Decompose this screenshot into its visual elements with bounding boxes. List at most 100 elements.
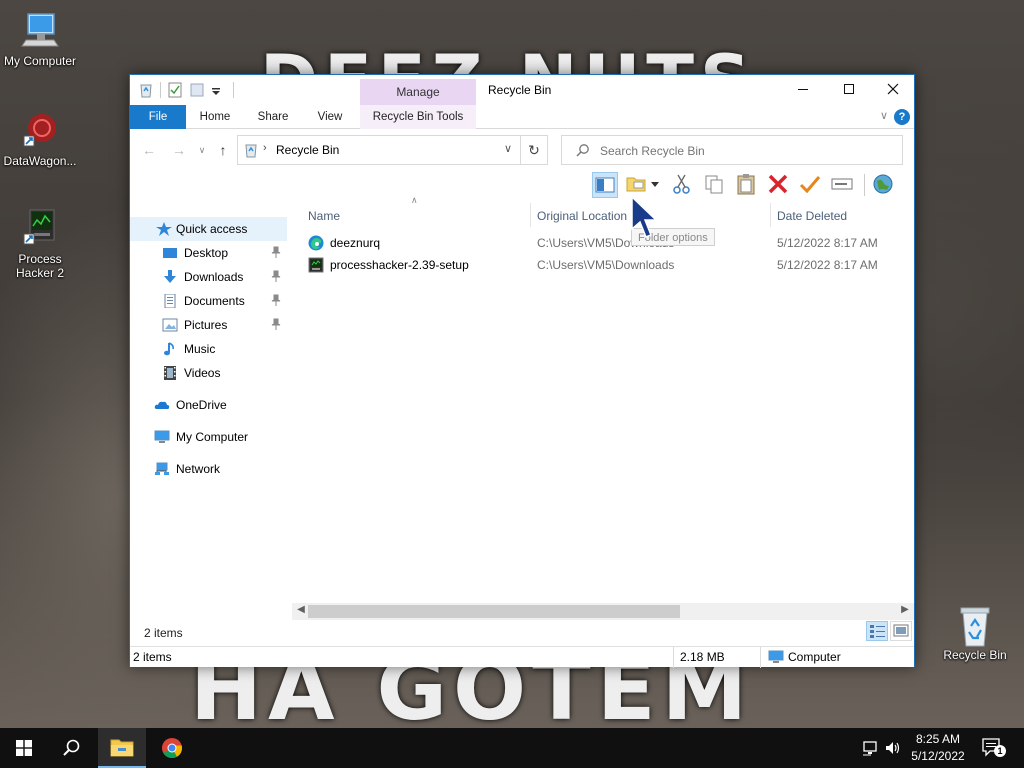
nav-item-onedrive[interactable]: OneDrive bbox=[130, 393, 287, 417]
new-folder-icon[interactable] bbox=[189, 82, 205, 98]
taskbar: 8:25 AM 5/12/2022 1 bbox=[0, 728, 1024, 768]
paste-button[interactable] bbox=[734, 172, 760, 198]
back-button[interactable]: ← bbox=[140, 141, 158, 159]
up-button[interactable]: ↑ bbox=[214, 141, 232, 159]
system-clock[interactable]: 8:25 AM 5/12/2022 bbox=[902, 731, 974, 765]
minimize-button[interactable] bbox=[780, 75, 826, 105]
column-header-original-location[interactable]: Original Location bbox=[537, 205, 627, 227]
cut-icon bbox=[673, 174, 690, 194]
start-button[interactable] bbox=[0, 728, 48, 768]
forward-button[interactable]: → bbox=[170, 141, 188, 159]
pin-icon[interactable] bbox=[271, 294, 281, 306]
maximize-button[interactable] bbox=[826, 75, 872, 105]
refresh-button[interactable]: ↻ bbox=[520, 135, 548, 165]
preview-pane-button[interactable] bbox=[592, 172, 618, 198]
status-bar: 2 items 2.18 MB Computer bbox=[130, 646, 914, 668]
search-input[interactable] bbox=[600, 142, 890, 160]
address-dropdown-icon[interactable]: ∨ bbox=[504, 142, 512, 155]
status-item-count: 2 items bbox=[133, 650, 172, 664]
desktop-icon-datawagon[interactable]: DataWagon... bbox=[0, 110, 80, 168]
cut-button[interactable] bbox=[670, 172, 696, 198]
checkmark-icon bbox=[799, 176, 821, 194]
horizontal-scrollbar[interactable]: ◀ ▶ bbox=[292, 603, 914, 620]
recent-locations-chevron-icon[interactable]: ∨ bbox=[196, 141, 208, 159]
desktop-icon-recycle-bin[interactable]: Recycle Bin bbox=[935, 604, 1015, 662]
preview-pane-icon bbox=[595, 177, 615, 193]
title-bar[interactable]: Manage Recycle Bin bbox=[130, 75, 914, 105]
restore-button[interactable] bbox=[798, 172, 824, 198]
address-row: ← → ∨ ↑ › Recycle Bin ∨ ↻ bbox=[130, 133, 914, 167]
network-tray-icon[interactable] bbox=[862, 739, 880, 757]
minimize-icon bbox=[798, 89, 808, 90]
installer-icon bbox=[308, 257, 324, 273]
delete-button[interactable] bbox=[766, 172, 792, 198]
pictures-icon bbox=[162, 318, 178, 332]
nav-item-quick-access[interactable]: Quick access bbox=[130, 217, 287, 241]
copy-button[interactable] bbox=[702, 172, 728, 198]
chrome-icon bbox=[162, 738, 183, 759]
action-center-button[interactable]: 1 bbox=[982, 738, 1006, 758]
maximize-icon bbox=[844, 84, 854, 94]
table-row[interactable]: deeznurq C:\Users\VM5\Downloads 5/12/202… bbox=[298, 232, 914, 254]
customize-qat-icon[interactable] bbox=[211, 82, 221, 98]
process-hacker-icon bbox=[20, 208, 60, 248]
chrome-taskbar-button[interactable] bbox=[148, 728, 196, 768]
nav-item-documents[interactable]: Documents bbox=[130, 289, 287, 313]
globe-button[interactable] bbox=[871, 172, 897, 198]
nav-item-pictures[interactable]: Pictures bbox=[130, 313, 287, 337]
tab-share[interactable]: Share bbox=[250, 105, 296, 129]
column-header-date-deleted[interactable]: Date Deleted bbox=[777, 205, 847, 227]
ribbon-expand-chevron-icon[interactable]: ∨ bbox=[880, 109, 888, 122]
table-row[interactable]: processhacker-2.39-setup C:\Users\VM5\Do… bbox=[298, 254, 914, 276]
column-header-name[interactable]: Name bbox=[308, 205, 340, 227]
search-taskbar-button[interactable] bbox=[48, 728, 96, 768]
scroll-left-arrow-icon[interactable]: ◀ bbox=[294, 604, 308, 615]
tab-file[interactable]: File bbox=[130, 105, 186, 129]
notification-count-badge: 1 bbox=[994, 745, 1006, 757]
details-view-button[interactable] bbox=[866, 621, 888, 641]
nav-item-desktop[interactable]: Desktop bbox=[130, 241, 287, 265]
close-button[interactable] bbox=[870, 75, 916, 105]
address-bar[interactable]: › Recycle Bin ∨ bbox=[237, 135, 521, 165]
pin-icon[interactable] bbox=[271, 318, 281, 330]
nav-item-videos[interactable]: Videos bbox=[130, 361, 287, 385]
rename-button[interactable] bbox=[830, 172, 856, 198]
nav-item-music[interactable]: Music bbox=[130, 337, 287, 361]
window-title: Recycle Bin bbox=[488, 83, 552, 97]
breadcrumb-chevron-icon[interactable]: › bbox=[263, 142, 267, 154]
file-date-deleted: 5/12/2022 8:17 AM bbox=[777, 236, 878, 250]
help-button[interactable]: ? bbox=[894, 109, 910, 125]
nav-item-downloads[interactable]: Downloads bbox=[130, 265, 287, 289]
pin-icon[interactable] bbox=[271, 270, 281, 282]
tab-recycle-bin-tools[interactable]: Recycle Bin Tools bbox=[360, 105, 476, 129]
properties-icon[interactable] bbox=[167, 82, 183, 98]
search-box[interactable] bbox=[561, 135, 903, 165]
volume-icon[interactable] bbox=[884, 739, 902, 757]
delete-icon bbox=[768, 174, 788, 194]
column-divider[interactable] bbox=[770, 203, 771, 227]
tab-view[interactable]: View bbox=[306, 105, 354, 129]
windows-logo-icon bbox=[16, 740, 32, 756]
desktop-icon-label: Recycle Bin bbox=[943, 648, 1007, 662]
clock-time: 8:25 AM bbox=[915, 732, 961, 746]
scroll-right-arrow-icon[interactable]: ▶ bbox=[898, 604, 912, 615]
desktop-icon-label: DataWagon... bbox=[3, 154, 77, 168]
desktop-icon-label: Process Hacker 2 bbox=[15, 252, 65, 280]
column-divider[interactable] bbox=[530, 203, 531, 227]
tab-home[interactable]: Home bbox=[192, 105, 238, 129]
status-size: 2.18 MB bbox=[680, 650, 725, 664]
breadcrumb-recycle-bin[interactable]: Recycle Bin bbox=[276, 143, 339, 157]
pin-icon[interactable] bbox=[271, 246, 281, 258]
nav-item-network[interactable]: Network bbox=[130, 457, 287, 481]
desktop-icon-my-computer[interactable]: My Computer bbox=[0, 10, 80, 68]
qat-divider bbox=[160, 82, 161, 98]
scrollbar-thumb[interactable] bbox=[308, 605, 680, 618]
videos-icon bbox=[164, 366, 176, 380]
desktop-icon-process-hacker[interactable]: Process Hacker 2 bbox=[0, 208, 80, 280]
computer-icon bbox=[768, 650, 784, 663]
file-location: C:\Users\VM5\Downloads bbox=[537, 258, 675, 272]
nav-item-my-computer[interactable]: My Computer bbox=[130, 425, 287, 449]
file-explorer-taskbar-button[interactable] bbox=[98, 728, 146, 768]
explorer-window: Manage Recycle Bin File Home Share View … bbox=[129, 74, 915, 668]
large-icons-view-button[interactable] bbox=[890, 621, 912, 641]
